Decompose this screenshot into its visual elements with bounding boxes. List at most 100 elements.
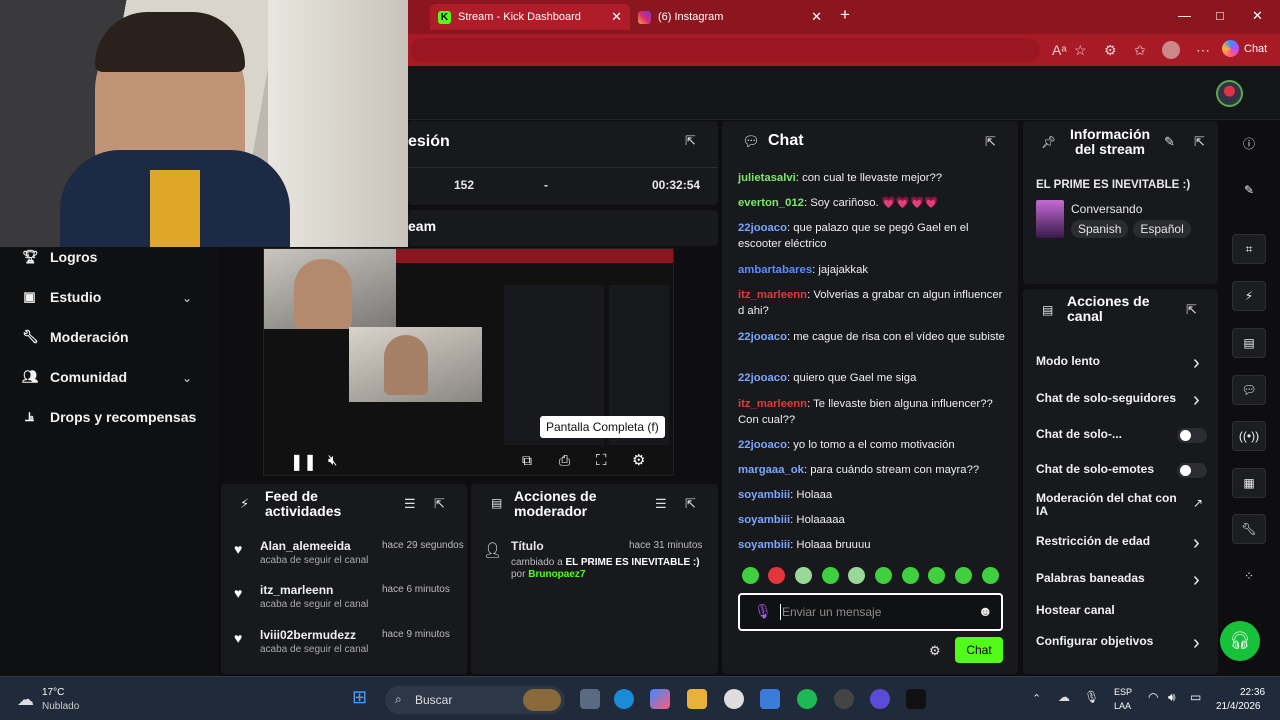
- channel-action-label[interactable]: Restricción de edad: [1036, 535, 1186, 548]
- sidebar-item-drops[interactable]: ⫡ Drops y recompensas: [22, 409, 196, 425]
- emote-icon[interactable]: [982, 567, 999, 584]
- chat-username[interactable]: 22jooaco: [738, 222, 787, 234]
- tag-spanish[interactable]: Spanish: [1071, 220, 1129, 238]
- tray-mic-icon[interactable]: 🎙︎: [1084, 690, 1099, 704]
- chat-settings-gear-icon[interactable]: ⚙: [929, 643, 941, 659]
- weather-cloud-icon[interactable]: ☁: [17, 690, 34, 710]
- close-window-button[interactable]: ✕: [1252, 8, 1263, 24]
- clock-date[interactable]: 21/4/2026: [1216, 701, 1261, 712]
- chat-username[interactable]: julietasalvi: [738, 172, 796, 184]
- support-headset-button[interactable]: 🎧︎: [1220, 621, 1260, 661]
- emote-icon[interactable]: [742, 567, 759, 584]
- chat-username[interactable]: itz_marleenn: [738, 398, 807, 410]
- maximize-button[interactable]: □: [1216, 8, 1224, 23]
- emote-icon[interactable]: [768, 567, 785, 584]
- toggle-switch[interactable]: [1177, 463, 1207, 478]
- file-explorer-icon[interactable]: [687, 689, 707, 709]
- channel-action-label[interactable]: Moderación del chat con IA: [1036, 492, 1186, 518]
- emote-icon[interactable]: [955, 567, 972, 584]
- chat-username[interactable]: 22jooaco: [738, 439, 787, 451]
- minimize-button[interactable]: —: [1178, 8, 1191, 23]
- channel-action-label[interactable]: Chat de solo-emotes: [1036, 463, 1186, 476]
- ms-store-icon[interactable]: [760, 689, 780, 709]
- sidebar-item-comunidad[interactable]: 👥︎ Comunidad: [22, 369, 127, 385]
- settings-gear-icon[interactable]: ⚙: [632, 451, 645, 469]
- edit-layout-icon[interactable]: ✎: [1232, 175, 1266, 205]
- pause-icon[interactable]: ❚❚: [290, 452, 317, 472]
- chat-username[interactable]: everton_012: [738, 197, 804, 209]
- popout-icon[interactable]: ⇱: [434, 496, 445, 512]
- channel-action-label[interactable]: Chat de solo-...: [1036, 428, 1186, 441]
- tab-instagram[interactable]: (6) Instagram ✕: [630, 4, 830, 30]
- chat-username[interactable]: ambartabares: [738, 264, 812, 276]
- weather-desc[interactable]: Nublado: [42, 701, 79, 712]
- category-thumbnail[interactable]: [1036, 200, 1064, 238]
- favorites-icon[interactable]: ✩: [1134, 42, 1146, 59]
- clip-icon[interactable]: ⎙: [559, 452, 570, 469]
- clock-time[interactable]: 22:36: [1240, 687, 1265, 698]
- info-icon[interactable]: ⓘ: [1232, 128, 1266, 158]
- sidebar-item-moderacion[interactable]: 🔧︎ Moderación: [22, 329, 129, 345]
- emote-icon[interactable]: [822, 567, 839, 584]
- popout-icon[interactable]: ⇱: [685, 496, 696, 512]
- chat-username[interactable]: 22jooaco: [738, 331, 787, 343]
- emote-icon[interactable]: [875, 567, 892, 584]
- emote-icon[interactable]: [928, 567, 945, 584]
- language-top[interactable]: ESP: [1114, 687, 1132, 697]
- filter-icon[interactable]: ☰: [404, 496, 416, 512]
- wifi-icon[interactable]: ◠: [1148, 690, 1158, 704]
- weather-temp[interactable]: 17°C: [42, 687, 64, 698]
- external-link-icon[interactable]: ↗: [1193, 496, 1203, 510]
- activity-user[interactable]: lviii02bermudezz: [260, 628, 356, 642]
- send-chat-button[interactable]: Chat: [955, 637, 1003, 663]
- stream-category[interactable]: Conversando: [1071, 202, 1142, 216]
- channel-action-label[interactable]: Hostear canal: [1036, 604, 1186, 617]
- quick-action-wrench-icon[interactable]: 🔧︎: [1232, 514, 1266, 544]
- chat-username[interactable]: 22jooaco: [738, 372, 787, 384]
- chevron-down-icon[interactable]: ⌄: [182, 291, 192, 305]
- read-aloud-icon[interactable]: Aᵃ: [1052, 42, 1067, 58]
- chat-input-placeholder[interactable]: Enviar un mensaje: [782, 605, 881, 619]
- fullscreen-icon[interactable]: ⛶: [596, 452, 607, 469]
- sidebar-item-estudio[interactable]: ▣ Estudio: [22, 289, 101, 305]
- quick-action-lightning-icon[interactable]: ⚡︎: [1232, 281, 1266, 311]
- chevron-down-icon[interactable]: ⌄: [182, 371, 192, 385]
- discord-like-icon[interactable]: [870, 689, 890, 709]
- edit-pencil-icon[interactable]: ✎: [1164, 134, 1175, 150]
- address-bar[interactable]: [410, 38, 1040, 62]
- quick-action-scan-icon[interactable]: ⌗: [1232, 234, 1266, 264]
- sidebar-item-logros[interactable]: 🏆︎ Logros: [22, 249, 97, 265]
- extensions-icon[interactable]: ⚙: [1104, 42, 1117, 59]
- channel-action-label[interactable]: Modo lento: [1036, 355, 1186, 368]
- tiktok-icon[interactable]: [906, 689, 926, 709]
- windows-start-icon[interactable]: ⊞: [352, 687, 367, 708]
- chevron-right-icon[interactable]: ›: [1193, 632, 1200, 655]
- language-bottom[interactable]: LAA: [1114, 701, 1131, 711]
- obs-icon[interactable]: [834, 689, 854, 709]
- popout-icon[interactable]: ⇱: [685, 133, 696, 149]
- favorite-star-icon[interactable]: ☆: [1074, 42, 1087, 59]
- close-tab-icon[interactable]: ✕: [811, 9, 822, 25]
- mod-entry-user[interactable]: Brunopaez7: [528, 569, 585, 580]
- chevron-right-icon[interactable]: ›: [1193, 569, 1200, 592]
- copilot-app-icon[interactable]: [650, 689, 670, 709]
- theater-mode-icon[interactable]: ⧉: [522, 452, 532, 469]
- taskbar-search[interactable]: ⌕ Buscar: [385, 686, 565, 714]
- activity-user[interactable]: Alan_alemeeida: [260, 539, 351, 553]
- copilot-button[interactable]: Chat: [1222, 40, 1267, 57]
- emoji-icon[interactable]: ☻: [978, 603, 993, 619]
- microphone-icon[interactable]: 🎙︎: [754, 603, 772, 620]
- emote-icon[interactable]: [848, 567, 865, 584]
- close-tab-icon[interactable]: ✕: [611, 9, 622, 25]
- chatgpt-icon[interactable]: [724, 689, 744, 709]
- task-view-icon[interactable]: [580, 689, 600, 709]
- popout-icon[interactable]: ⇱: [985, 134, 996, 150]
- channel-action-label[interactable]: Chat de solo-seguidores: [1036, 392, 1186, 405]
- quick-action-broadcast-icon[interactable]: ((•)): [1232, 421, 1266, 451]
- chat-username[interactable]: soyambiii: [738, 539, 790, 551]
- quick-action-notes-icon[interactable]: ▤: [1232, 328, 1266, 358]
- edge-browser-icon[interactable]: [614, 689, 634, 709]
- user-avatar[interactable]: [1216, 80, 1243, 107]
- filter-icon[interactable]: ☰: [655, 496, 667, 512]
- activity-user[interactable]: itz_marleenn: [260, 583, 333, 597]
